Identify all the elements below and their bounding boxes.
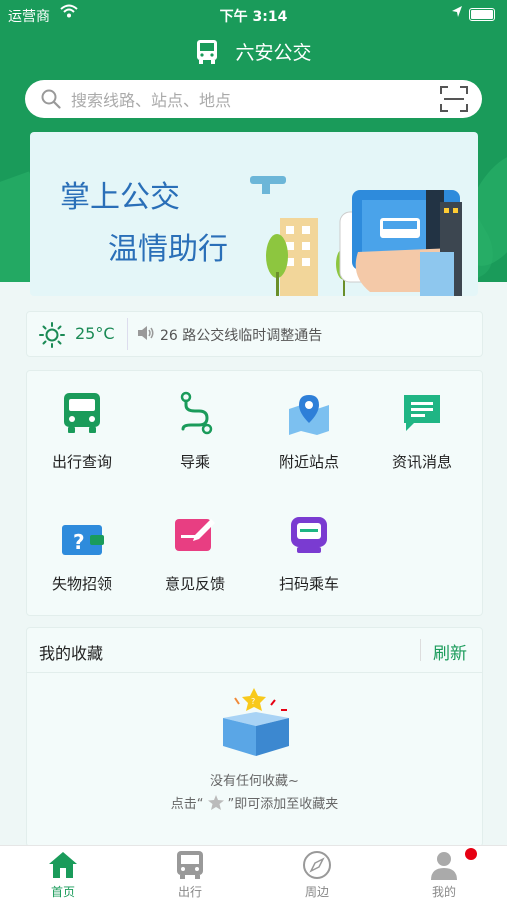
search-icon xyxy=(41,89,61,109)
search-input[interactable] xyxy=(69,88,433,112)
banner-line1: 掌上公交 xyxy=(60,180,180,215)
home-icon xyxy=(49,852,77,878)
service-label: 失物招领 xyxy=(51,575,112,593)
service-grid: 出行查询 导乘 附近站点 资讯消息 ? 失物招领 意见反馈 扫码乘车 xyxy=(26,370,483,616)
empty-hint-suffix: ”即可添加至收藏夹 xyxy=(227,797,339,812)
favorites-header: 我的收藏 刷新 xyxy=(27,628,482,673)
tab-label: 出行 xyxy=(177,885,202,899)
divider xyxy=(127,318,128,350)
service-label: 意见反馈 xyxy=(164,575,225,593)
clock: 下午 3:14 xyxy=(219,9,288,25)
favorites-title: 我的收藏 xyxy=(39,644,104,663)
map-pin-icon xyxy=(289,395,329,435)
promo-banner[interactable]: 掌上公交 温情助行 xyxy=(30,132,478,296)
notification-badge xyxy=(465,848,477,860)
empty-message: 没有任何收藏~ xyxy=(210,774,299,789)
tab-bar: 首页 出行 周边 我的 xyxy=(0,845,507,901)
service-scan-ride[interactable]: 扫码乘车 xyxy=(254,493,364,593)
service-label: 附近站点 xyxy=(278,453,339,471)
bus-phone-illustration xyxy=(250,176,462,296)
empty-hint: 点击“ ”即可添加至收藏夹 xyxy=(27,793,482,812)
message-icon xyxy=(404,395,440,431)
tab-label: 首页 xyxy=(50,885,75,899)
service-label: 资讯消息 xyxy=(391,453,452,471)
location-arrow-icon xyxy=(452,6,462,17)
bus-icon xyxy=(64,393,100,433)
battery-icon xyxy=(469,8,495,21)
tab-trip[interactable]: 出行 xyxy=(127,846,253,901)
route-icon xyxy=(180,391,213,435)
speaker-icon xyxy=(138,326,154,340)
service-label: 扫码乘车 xyxy=(278,575,339,593)
sun-icon xyxy=(39,322,65,348)
tab-nearby[interactable]: 周边 xyxy=(254,846,380,901)
banner-line2: 温情助行 xyxy=(108,232,228,267)
temperature: 25°C xyxy=(75,324,115,343)
refresh-button[interactable]: 刷新 xyxy=(433,639,467,664)
service-navigation[interactable]: 导乘 xyxy=(140,371,250,471)
service-nearby-stops[interactable]: 附近站点 xyxy=(254,371,364,471)
edit-icon xyxy=(175,519,215,551)
tab-label: 周边 xyxy=(304,885,329,899)
scan-icon[interactable] xyxy=(440,86,468,112)
service-feedback[interactable]: 意见反馈 xyxy=(140,493,250,593)
service-label: 导乘 xyxy=(179,453,210,471)
status-bar: 运营商 下午 3:14 xyxy=(0,0,507,28)
bus-icon xyxy=(197,39,218,64)
user-icon xyxy=(431,852,457,880)
wallet-icon: ? xyxy=(62,525,104,555)
svg-text:?: ? xyxy=(251,697,255,706)
scan-ride-icon xyxy=(291,517,327,553)
divider xyxy=(420,639,421,661)
search-bar[interactable] xyxy=(25,80,482,118)
tab-label: 我的 xyxy=(431,885,456,899)
svg-text:?: ? xyxy=(73,530,85,554)
service-lost-found[interactable]: ? 失物招领 xyxy=(27,493,137,593)
empty-hint-prefix: 点击“ xyxy=(170,797,204,812)
page-title: 六安公交 xyxy=(0,38,507,68)
service-label: 出行查询 xyxy=(51,453,112,471)
empty-box-icon: ? xyxy=(223,688,289,756)
bus-icon xyxy=(177,851,203,879)
star-icon xyxy=(207,795,224,810)
favorites-panel: 我的收藏 刷新 ? 没有任何收藏~ 点击“ ”即可添加至收藏夹 xyxy=(26,627,483,847)
service-news[interactable]: 资讯消息 xyxy=(367,371,477,471)
service-trip-query[interactable]: 出行查询 xyxy=(27,371,137,471)
app-title-text: 六安公交 xyxy=(235,42,312,64)
notice-text[interactable]: 26 路公交线临时调整通告 xyxy=(160,325,322,345)
tab-home[interactable]: 首页 xyxy=(0,846,126,901)
tab-mine[interactable]: 我的 xyxy=(381,846,507,901)
compass-icon xyxy=(303,851,331,879)
weather-notice-bar: 25°C 26 路公交线临时调整通告 xyxy=(26,311,483,357)
